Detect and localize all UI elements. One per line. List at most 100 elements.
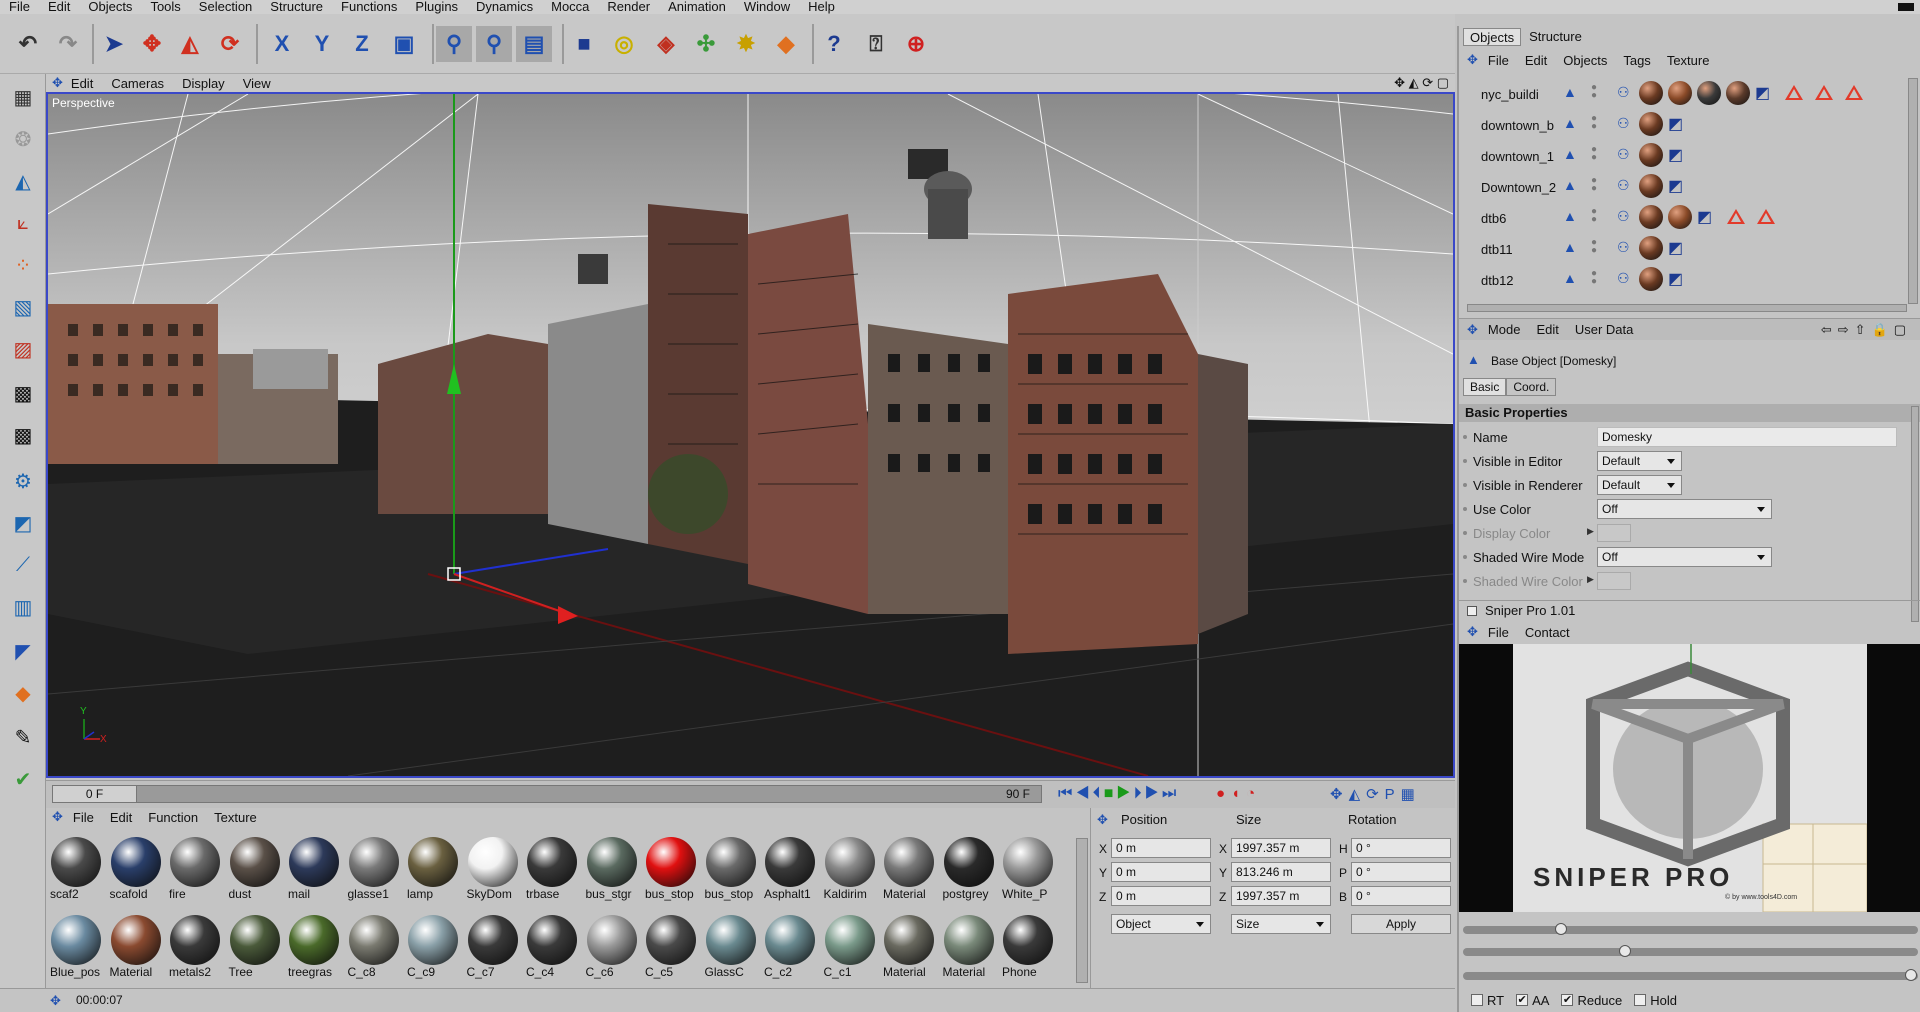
3d-viewport[interactable]: Perspective Y X: [46, 92, 1455, 778]
object-tag-icon[interactable]: ⚇: [1617, 115, 1630, 132]
warning-icon[interactable]: [1785, 85, 1803, 100]
attributes-scrollbar[interactable]: [1911, 406, 1919, 622]
animate-dot-icon[interactable]: [1463, 531, 1467, 535]
object-row[interactable]: dtb12 ▲ ● ● ⚇ ◩: [1467, 264, 1907, 295]
menu-animation[interactable]: Animation: [659, 0, 735, 14]
rotation-field[interactable]: 0 °: [1351, 886, 1451, 906]
attributes-menu-user-data[interactable]: User Data: [1575, 322, 1634, 337]
spline-icon[interactable]: ◎: [606, 26, 642, 62]
texture-tag-icon[interactable]: [1639, 205, 1663, 229]
window-minimize-icon[interactable]: [1898, 3, 1914, 11]
viewport-pin-icon[interactable]: ✥: [52, 75, 63, 91]
material-swatch[interactable]: White_P: [1000, 834, 1056, 910]
edges-mode-icon[interactable]: ▧: [4, 288, 42, 326]
visibility-dots-icon[interactable]: ● ●: [1591, 176, 1597, 194]
layout-icon[interactable]: ▦: [4, 78, 42, 116]
current-frame-field[interactable]: 0 F: [52, 785, 137, 803]
object-tag-icon[interactable]: ⚇: [1617, 208, 1630, 225]
plugin-menu-file[interactable]: File: [1488, 625, 1509, 640]
texture-tag-icon[interactable]: [1639, 112, 1663, 136]
phong-tag-icon[interactable]: ◩: [1668, 269, 1683, 289]
viewport-menu-view[interactable]: View: [243, 76, 271, 91]
object-row[interactable]: dtb11 ▲ ● ● ⚇ ◩: [1467, 233, 1907, 264]
material-swatch[interactable]: treegras: [286, 912, 342, 988]
workplane-icon[interactable]: ▥: [4, 588, 42, 626]
material-swatch[interactable]: fire: [167, 834, 223, 910]
attributes-pin-icon[interactable]: ✥: [1467, 322, 1478, 338]
animate-dot-icon[interactable]: [1463, 507, 1467, 511]
keyframe-controls[interactable]: ✥◭⟳P▦: [1330, 785, 1421, 803]
phong-tag-icon[interactable]: ◩: [1668, 114, 1683, 134]
points-mode-icon[interactable]: ⁘: [4, 246, 42, 284]
plugin-slider-3-handle[interactable]: [1905, 969, 1917, 981]
material-swatch[interactable]: scaf2: [48, 834, 104, 910]
checker-icon[interactable]: ▩: [4, 374, 42, 412]
material-menu-texture[interactable]: Texture: [214, 810, 257, 825]
phong-tag-icon[interactable]: ◩: [1668, 145, 1683, 165]
animate-dot-icon[interactable]: [1463, 435, 1467, 439]
size-field[interactable]: 1997.357 m: [1231, 886, 1331, 906]
material-swatch[interactable]: trbase: [524, 834, 580, 910]
keyframe-icon[interactable]: ◩: [4, 504, 42, 542]
playback-controls[interactable]: ⏮◀⏴■▶⏵▶⏭: [1058, 785, 1179, 803]
material-swatch[interactable]: GlassC: [703, 912, 759, 988]
attributes-menu-mode[interactable]: Mode: [1488, 322, 1521, 337]
plugin-slider-2-handle[interactable]: [1619, 945, 1631, 957]
magnet-icon[interactable]: ◆: [4, 674, 42, 712]
rotate-icon[interactable]: ⟳: [212, 26, 248, 62]
plugin-slider-3[interactable]: [1463, 972, 1918, 980]
texture-tag-icon[interactable]: [1639, 236, 1663, 260]
tab-objects[interactable]: Objects: [1463, 28, 1522, 46]
render-region-icon[interactable]: ⚲: [476, 26, 512, 62]
rotation-field[interactable]: 0 °: [1351, 862, 1451, 882]
objects-menu-edit[interactable]: Edit: [1525, 53, 1547, 68]
material-swatch[interactable]: metals2: [167, 912, 223, 988]
menu-edit[interactable]: Edit: [39, 0, 79, 14]
warning-icon[interactable]: [1845, 85, 1863, 100]
menu-objects[interactable]: Objects: [79, 0, 141, 14]
menu-selection[interactable]: Selection: [190, 0, 261, 14]
size-mode-select[interactable]: Size: [1231, 914, 1331, 934]
material-swatch[interactable]: Phone: [1000, 912, 1056, 988]
material-swatch[interactable]: dust: [227, 834, 283, 910]
tab-structure[interactable]: Structure: [1521, 28, 1590, 46]
phong-tag-icon[interactable]: ◩: [1668, 176, 1683, 196]
material-swatch[interactable]: Material: [881, 834, 937, 910]
visibility-dots-icon[interactable]: ● ●: [1591, 269, 1597, 287]
rotation-field[interactable]: 0 °: [1351, 838, 1451, 858]
apply-button[interactable]: Apply: [1351, 914, 1451, 934]
select-arrow-icon[interactable]: ➤: [96, 26, 132, 62]
menu-help[interactable]: Help: [799, 0, 844, 14]
scene-icon[interactable]: ◆: [768, 26, 804, 62]
objects-menu-tags[interactable]: Tags: [1623, 53, 1650, 68]
render-picture-viewer-icon[interactable]: ▤: [516, 26, 552, 62]
phong-tag-icon[interactable]: ◩: [1697, 207, 1712, 227]
object-tag-icon[interactable]: ⚇: [1617, 84, 1630, 101]
object-list-scrollbar[interactable]: [1908, 78, 1918, 304]
move-icon[interactable]: ✥: [134, 26, 170, 62]
phong-tag-icon[interactable]: ◩: [1668, 238, 1683, 258]
viewport-menu-cameras[interactable]: Cameras: [111, 76, 164, 91]
warning-icon[interactable]: [1757, 209, 1775, 224]
material-swatch[interactable]: Material: [881, 912, 937, 988]
size-field[interactable]: 1997.357 m: [1231, 838, 1331, 858]
material-swatch[interactable]: lamp: [405, 834, 461, 910]
plugin-slider-1[interactable]: [1463, 926, 1918, 934]
tab-basic[interactable]: Basic: [1463, 378, 1507, 396]
tab-coord[interactable]: Coord.: [1506, 378, 1557, 396]
redo-icon[interactable]: ↷: [50, 26, 86, 62]
coordinate-mode-select[interactable]: Object: [1111, 914, 1211, 934]
viewport-nav-icons[interactable]: ✥ ◭ ⟳ ▢: [1394, 75, 1449, 91]
menu-dynamics[interactable]: Dynamics: [467, 0, 542, 14]
expand-arrow-icon[interactable]: ▶: [1587, 526, 1594, 537]
menu-window[interactable]: Window: [735, 0, 799, 14]
target-icon[interactable]: ⊕: [898, 26, 934, 62]
texture-tag-icon[interactable]: [1697, 81, 1721, 105]
object-row[interactable]: Downtown_2 ▲ ● ● ⚇ ◩: [1467, 171, 1907, 202]
texture-tag-icon[interactable]: [1639, 267, 1663, 291]
material-swatch[interactable]: Material: [108, 912, 164, 988]
animate-dot-icon[interactable]: [1463, 555, 1467, 559]
object-list-hscrollbar[interactable]: [1467, 304, 1907, 312]
property-select[interactable]: Off: [1597, 547, 1772, 567]
visibility-dots-icon[interactable]: ● ●: [1591, 145, 1597, 163]
